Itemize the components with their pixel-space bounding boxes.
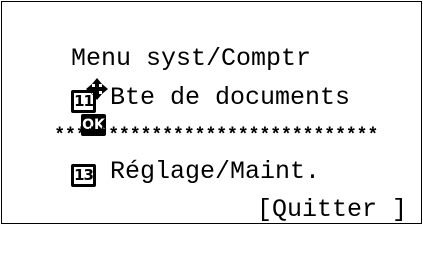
exit-softkey-label: [Quitter ] [256,195,407,224]
exit-softkey[interactable]: [Quitter ] [197,165,407,224]
title-bar: Menu syst/Comptr OK [11,14,311,136]
menu-item-obscured[interactable]: ****************************** [11,91,378,146]
menu-item-reglage-maint[interactable]: 13 Réglage/Maint. [11,127,320,187]
menu-item-bte-de-documents[interactable]: 11 Bte de documents [11,53,350,113]
lcd-display: Menu syst/Comptr OK 11 Bte de documents *… [1,1,422,224]
menu-item-number: 13 [71,164,97,187]
